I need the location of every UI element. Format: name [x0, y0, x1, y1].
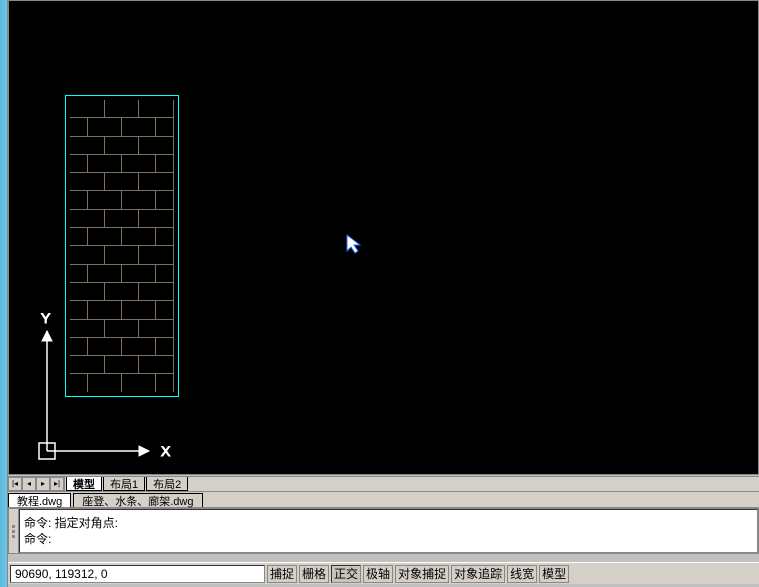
status-model-button[interactable]: 模型 [539, 565, 569, 583]
ucs-icon: X Y [29, 311, 179, 461]
file-tab-2[interactable]: 座登、水条、廊架.dwg [73, 493, 202, 507]
file-tab-2-label: 座登、水条、廊架.dwg [82, 493, 193, 509]
status-coordinates[interactable]: 90690, 119312, 0 [10, 565, 265, 583]
status-bar: 90690, 119312, 0 捕捉 栅格 正交 极轴 对象捕捉 对象追踪 线… [8, 562, 759, 584]
status-otrack-button[interactable]: 对象追踪 [451, 565, 505, 583]
file-tab-1-label: 教程.dwg [17, 493, 62, 509]
tab-layout2[interactable]: 布局2 [146, 477, 188, 491]
drawing-canvas[interactable]: X Y [8, 0, 759, 475]
cursor-pointer-icon [345, 233, 365, 255]
tab-layout1[interactable]: 布局1 [103, 477, 145, 491]
file-tab-strip: 教程.dwg 座登、水条、廊架.dwg [8, 492, 759, 508]
command-history-line: 命令: 指定对角点: [24, 515, 753, 531]
ucs-y-label: Y [41, 311, 51, 326]
tab-model-label: 模型 [73, 476, 95, 492]
layout-tab-strip: |◂ ◂ ▸ ▸| 模型 布局1 布局2 [8, 476, 759, 492]
status-ortho-button[interactable]: 正交 [331, 565, 361, 583]
command-text-area[interactable]: 命令: 指定对角点: 命令: [19, 509, 758, 553]
file-tab-1[interactable]: 教程.dwg [8, 493, 71, 507]
tab-layout1-label: 布局1 [110, 476, 138, 492]
layout-tab-nav: |◂ ◂ ▸ ▸| [8, 477, 65, 491]
status-lineweight-button[interactable]: 线宽 [507, 565, 537, 583]
status-polar-button[interactable]: 极轴 [363, 565, 393, 583]
tab-nav-first-button[interactable]: |◂ [8, 477, 22, 491]
command-prompt-line: 命令: [24, 531, 753, 547]
command-window: 命令: 指定对角点: 命令: [8, 508, 759, 554]
window-left-border [0, 0, 8, 587]
status-snap-button[interactable]: 捕捉 [267, 565, 297, 583]
tab-model[interactable]: 模型 [66, 477, 102, 491]
tab-layout2-label: 布局2 [153, 476, 181, 492]
command-grip-handle[interactable] [9, 509, 19, 553]
tab-nav-prev-button[interactable]: ◂ [22, 477, 36, 491]
ucs-x-label: X [161, 443, 171, 459]
status-grid-button[interactable]: 栅格 [299, 565, 329, 583]
tab-nav-last-button[interactable]: ▸| [50, 477, 64, 491]
tab-nav-next-button[interactable]: ▸ [36, 477, 50, 491]
status-osnap-button[interactable]: 对象捕捉 [395, 565, 449, 583]
